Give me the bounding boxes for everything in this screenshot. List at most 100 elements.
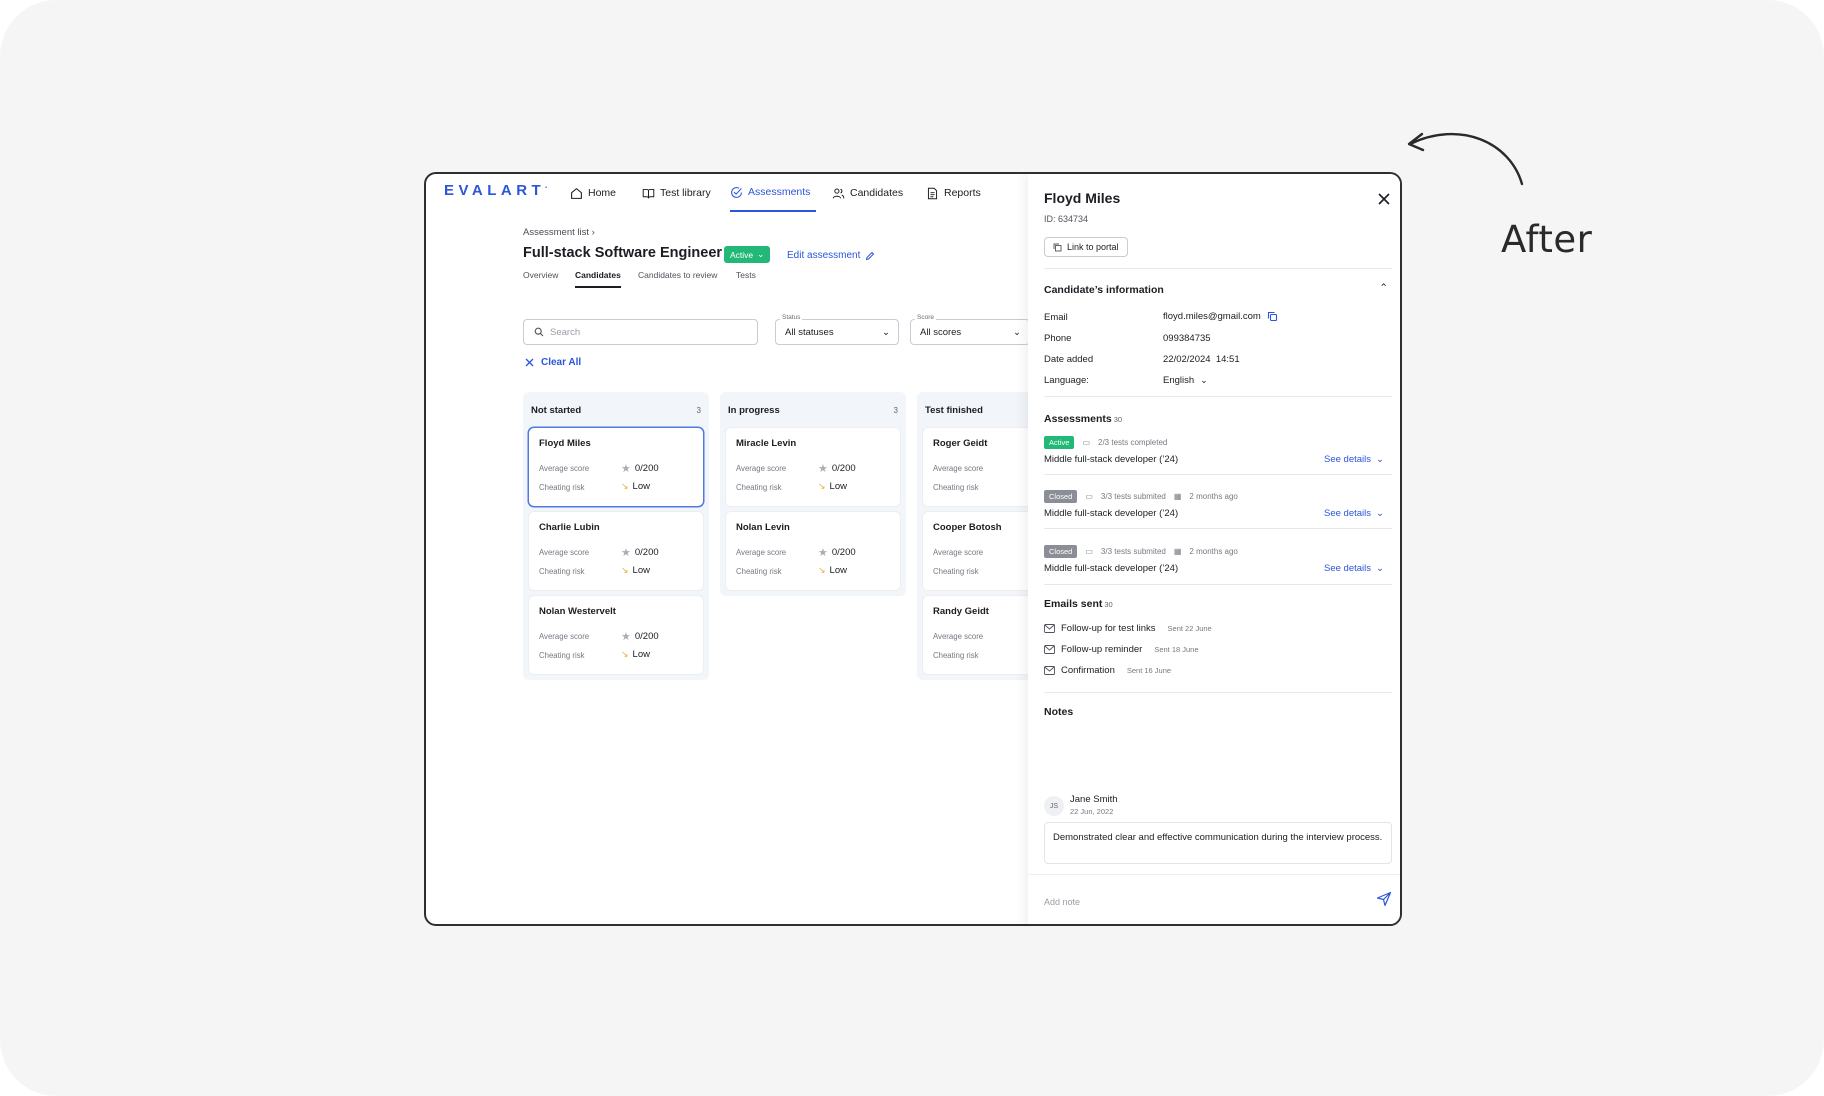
cheating-risk-value: Low	[829, 565, 847, 576]
info-key-date-added: Date added	[1044, 354, 1094, 365]
assessment-title: Middle full-stack developer (’24)	[1044, 563, 1179, 574]
search-input[interactable]: Search	[523, 319, 758, 345]
breadcrumb[interactable]: Assessment list ›	[523, 227, 595, 238]
home-icon	[571, 187, 582, 199]
assessments-count: 30	[1113, 415, 1123, 424]
average-score-label: Average score	[933, 632, 984, 641]
info-value-phone: 099384735	[1163, 333, 1211, 344]
tab-candidates-to-review[interactable]: Candidates to review	[638, 270, 717, 286]
nav-candidates-label: Candidates	[850, 187, 904, 199]
nav-reports[interactable]: Reports	[926, 174, 981, 212]
email-value: floyd.miles@gmail.com	[1163, 311, 1261, 322]
star-icon: ★	[818, 547, 828, 559]
email-item[interactable]: Confirmation Sent 16 June	[1044, 665, 1171, 676]
mail-icon	[1044, 666, 1055, 675]
tab-candidates[interactable]: Candidates	[575, 270, 621, 288]
email-sent-date: Sent 22 June	[1167, 624, 1212, 633]
nav-home[interactable]: Home	[570, 174, 616, 212]
tab-tests[interactable]: Tests	[736, 270, 756, 286]
email-item[interactable]: Follow-up for test links Sent 22 June	[1044, 623, 1212, 634]
nav-test-library[interactable]: Test library	[642, 174, 711, 212]
emails-section-title: Emails sent 30	[1044, 598, 1113, 610]
status-dropdown[interactable]: Active ⌄	[724, 246, 771, 263]
candidate-card[interactable]: Miracle Levin Average score ★ 0/200 Cheat…	[726, 428, 900, 506]
close-icon	[525, 358, 534, 367]
link-to-portal-button[interactable]: Link to portal	[1044, 237, 1128, 257]
language-select[interactable]: English ⌄	[1163, 375, 1208, 386]
score-filter-value: All scores	[920, 326, 962, 338]
check-circle-icon	[731, 186, 742, 198]
candidate-card[interactable]: Nolan Levin Average score ★ 0/200 Cheatin…	[726, 512, 900, 590]
cheating-risk-label: Cheating risk	[933, 483, 979, 492]
candidate-name: Charlie Lubin	[539, 522, 600, 533]
cheating-risk-label: Cheating risk	[539, 567, 585, 576]
trend-down-icon: ↘	[621, 481, 629, 491]
nav-reports-label: Reports	[944, 187, 981, 199]
cheating-risk-label: Cheating risk	[539, 483, 585, 492]
candidate-name: Nolan Levin	[736, 522, 790, 533]
mail-icon	[1044, 645, 1055, 654]
document-icon	[927, 187, 938, 199]
cheating-risk-label: Cheating risk	[933, 651, 979, 660]
assessment-title: Middle full-stack developer (’24)	[1044, 454, 1179, 465]
average-score-label: Average score	[539, 632, 590, 641]
chevron-right-icon: ›	[591, 227, 595, 238]
star-icon: ★	[818, 463, 828, 475]
copy-icon[interactable]	[1267, 311, 1278, 322]
column-not-started: Not started 3 Floyd Miles Average score ★…	[523, 392, 709, 680]
assessment-meta: Active ▭ 2/3 tests completed	[1044, 436, 1167, 449]
divider	[1044, 692, 1392, 693]
email-subject: Follow-up for test links	[1061, 623, 1156, 634]
note-author: Jane Smith	[1070, 794, 1118, 805]
calendar-icon: ▦	[1173, 492, 1182, 501]
chevron-down-icon: ⌄	[1376, 508, 1384, 519]
candidate-card[interactable]: Nolan Westervelt Average score ★ 0/200 Ch…	[529, 596, 703, 674]
nav-candidates[interactable]: Candidates	[832, 174, 903, 212]
close-icon[interactable]	[1377, 192, 1391, 206]
app-window: EVALART• Home Test library Assessments C…	[424, 172, 1402, 926]
presentation-canvas: After EVALART• Home Test library Assessm…	[0, 0, 1824, 1096]
see-details-link[interactable]: See details ⌄	[1324, 563, 1384, 574]
average-score-value: 0/200	[634, 547, 659, 558]
cheating-risk-label: Cheating risk	[933, 567, 979, 576]
send-icon[interactable]	[1376, 891, 1392, 907]
section-title: Candidate’s information	[1044, 284, 1164, 296]
info-key-language: Language:	[1044, 375, 1089, 386]
average-score-label: Average score	[736, 464, 787, 473]
clear-all-button[interactable]: Clear All	[525, 357, 581, 368]
chevron-down-icon: ⌄	[757, 249, 765, 259]
see-details-link[interactable]: See details ⌄	[1324, 508, 1384, 519]
cheating-risk-value: Low	[829, 481, 847, 492]
status-badge: Closed	[1044, 490, 1078, 503]
folder-icon: ▭	[1085, 547, 1093, 556]
see-details-link[interactable]: See details ⌄	[1324, 454, 1384, 465]
candidate-card[interactable]: Floyd Miles Average score ★ 0/200 Cheatin…	[529, 428, 703, 506]
tab-overview[interactable]: Overview	[523, 270, 558, 286]
chevron-down-icon: ⌄	[1200, 375, 1208, 385]
candidate-info-toggle[interactable]: Candidate’s information ⌃	[1044, 282, 1392, 296]
add-note-input[interactable]: Add note	[1044, 897, 1080, 907]
edit-assessment-link[interactable]: Edit assessment	[787, 250, 875, 261]
star-icon: ★	[621, 547, 631, 559]
average-score-label: Average score	[539, 548, 590, 557]
nav-assessments-label: Assessments	[748, 186, 811, 198]
chevron-down-icon: ⌄	[1376, 563, 1384, 574]
after-label: After	[1501, 218, 1593, 261]
avatar: JS	[1044, 796, 1064, 816]
nav-assessments[interactable]: Assessments	[730, 174, 817, 212]
clear-all-label: Clear All	[541, 357, 582, 368]
search-placeholder: Search	[550, 326, 581, 338]
cheating-risk-label: Cheating risk	[736, 567, 782, 576]
candidate-card[interactable]: Charlie Lubin Average score ★ 0/200 Cheat…	[529, 512, 703, 590]
evalart-logo[interactable]: EVALART•	[444, 182, 547, 199]
status-badge: Active	[1044, 436, 1075, 449]
status-filter[interactable]: Status All statuses ⌄	[775, 314, 899, 345]
column-title: Not started	[531, 404, 582, 416]
column-title: Test finished	[925, 404, 983, 416]
email-item[interactable]: Follow-up reminder Sent 18 June	[1044, 644, 1199, 655]
info-value-email: floyd.miles@gmail.com	[1163, 311, 1278, 322]
score-filter[interactable]: Score All scores ⌄	[910, 314, 1030, 345]
average-score-value: 0/200	[634, 631, 659, 642]
candidate-detail-panel: Floyd Miles ID: 634734 Link to portal Ca…	[1028, 174, 1400, 924]
trend-down-icon: ↘	[621, 649, 629, 659]
